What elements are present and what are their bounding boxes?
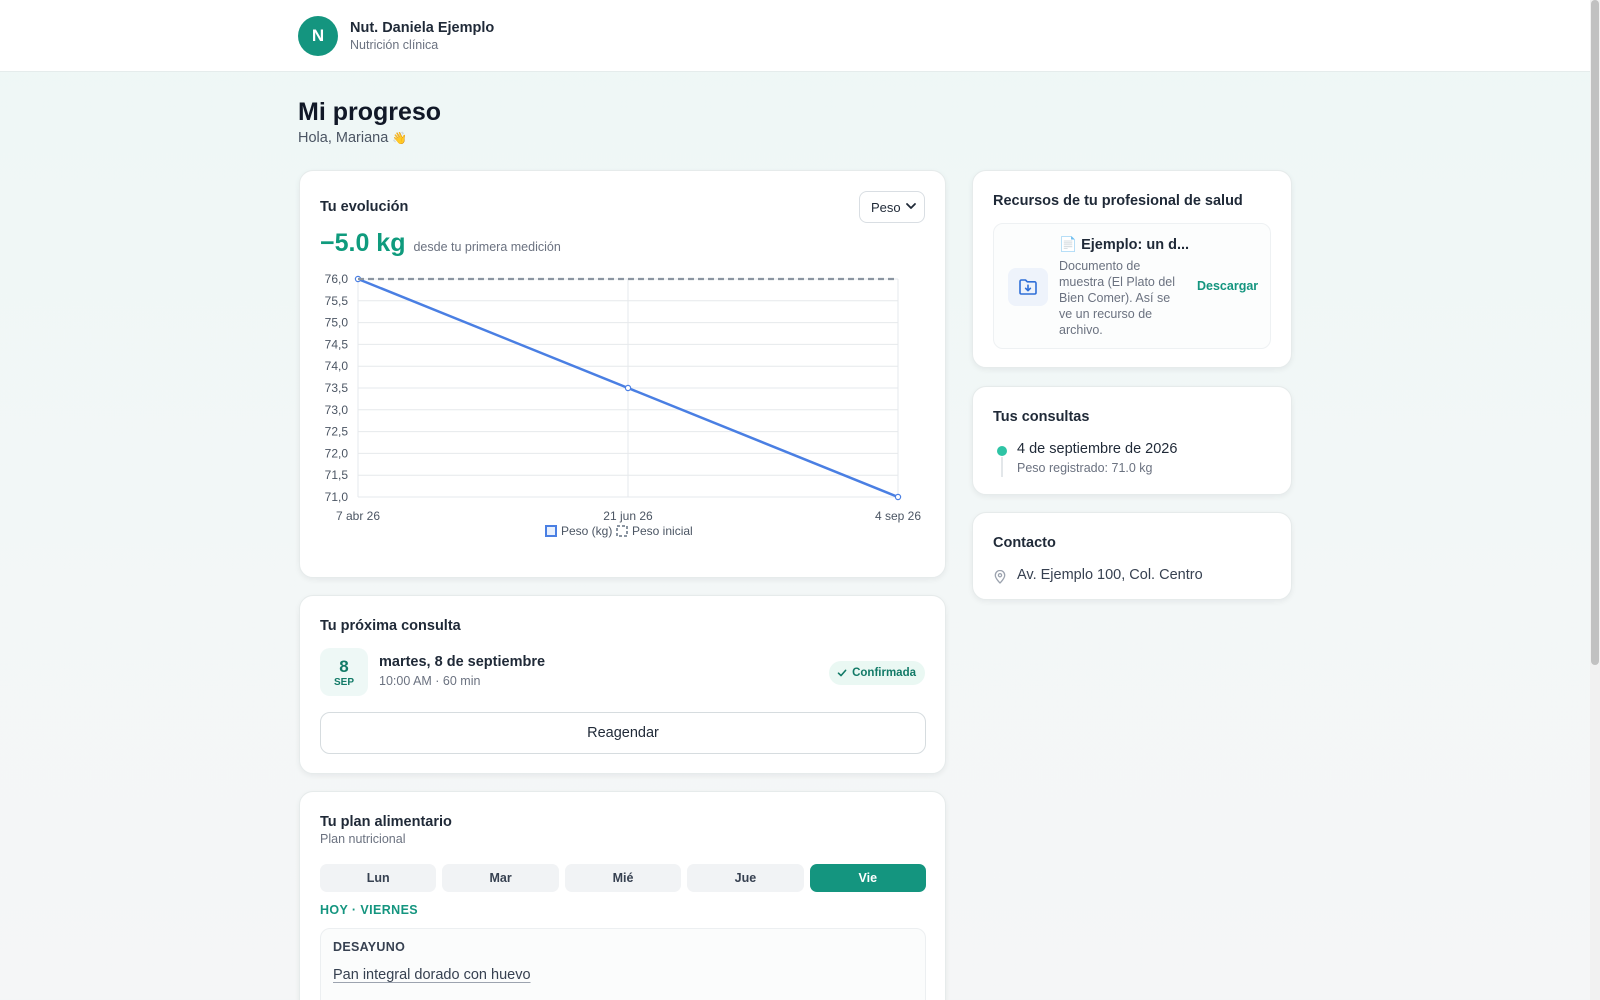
chart-y-tick-label: 75,0 (325, 316, 349, 330)
resource-title: 📄 Ejemplo: un d... (1059, 236, 1189, 253)
greeting-text: Hola, Mariana (298, 130, 389, 146)
chart-y-tick-label: 72,0 (325, 446, 349, 460)
professional-specialty: Nutrición clínica (350, 37, 439, 52)
status-label: Confirmada (852, 667, 916, 679)
resource-description: Documento de muestra (El Plato del Bien … (1059, 259, 1176, 337)
today-label: HOY · VIERNES (320, 903, 419, 917)
resources-card: Recursos de tu profesional de salud 📄 Ej… (972, 170, 1292, 368)
location-pin-icon (994, 570, 1006, 584)
chart-x-tick-label: 4 sep 26 (875, 509, 921, 523)
download-folder-icon (1008, 268, 1048, 306)
chart-y-tick-label: 74,5 (325, 337, 349, 351)
tab-day-lun[interactable]: Lun (320, 864, 437, 892)
timeline-line (1001, 457, 1003, 477)
top-header: N Nut. Daniela Ejemplo Nutrición clínica (0, 0, 1590, 72)
status-badge: Confirmada (829, 661, 925, 685)
tab-day-jue[interactable]: Jue (687, 864, 804, 892)
document-icon: 📄 (1059, 237, 1078, 253)
scrollbar-thumb[interactable] (1591, 0, 1599, 665)
resource-item: 📄 Ejemplo: un d... Documento de muestra … (993, 223, 1271, 349)
next-appointment-card: Tu próxima consulta 8 SEP martes, 8 de s… (299, 595, 946, 774)
chart-y-tick-label: 73,0 (325, 403, 349, 417)
tab-day-mie[interactable]: Mié (564, 864, 682, 892)
tab-day-vie[interactable]: Vie (809, 864, 927, 892)
weight-chart: 76,0 75,5 75,0 74,5 74,0 73,5 73,0 72,5 72,0 71,5… (325, 272, 922, 538)
meal-plan-subtitle: Plan nutricional (320, 832, 406, 846)
appointment-day: 8 (339, 657, 349, 676)
meal-plan-title: Tu plan alimentario (320, 814, 452, 830)
chart-y-tick-label: 76,0 (325, 272, 349, 286)
appointment-month: SEP (333, 677, 354, 688)
greeting: Hola, Mariana 👋 (298, 130, 407, 146)
chart-y-tick-label: 71,0 (325, 490, 349, 504)
chart-y-tick-label: 74,0 (325, 359, 349, 373)
chart-x-tick-label: 21 jun 26 (603, 509, 653, 523)
consultation-weight: Peso registrado: 71.0 kg (1017, 461, 1153, 475)
contact-address: Av. Ejemplo 100, Col. Centro (1017, 567, 1203, 583)
evolution-card: Tu evolución Peso −5.0 kg desde tu prime… (299, 170, 946, 578)
check-icon (837, 669, 847, 677)
appointment-date-box: 8 SEP (320, 648, 368, 696)
reschedule-button[interactable]: Reagendar (320, 712, 926, 754)
professional-brand: N Nut. Daniela Ejemplo Nutrición clínica (298, 16, 494, 56)
appointment-date: martes, 8 de septiembre (379, 654, 546, 670)
resources-title: Recursos de tu profesional de salud (993, 193, 1243, 209)
chart-y-tick-label: 71,5 (325, 468, 349, 482)
chart-y-tick-label: 72,5 (325, 425, 349, 439)
next-appointment-title: Tu próxima consulta (320, 618, 461, 634)
chart-y-tick-label: 75,5 (325, 294, 349, 308)
brand-text: Nut. Daniela Ejemplo Nutrición clínica (350, 19, 494, 54)
chart-point (894, 493, 902, 501)
avatar: N (298, 16, 338, 56)
meal-name: DESAYUNO (333, 940, 406, 954)
download-link[interactable]: Descargar (1197, 279, 1258, 293)
chart-legend-label: Peso (kg) (561, 524, 612, 538)
page-title: Mi progreso (298, 98, 442, 126)
timeline-dot (997, 446, 1007, 456)
consultations-title: Tus consultas (993, 409, 1090, 425)
chart-point (624, 384, 632, 392)
appointment-time: 10:00 AM · 60 min (379, 674, 481, 688)
chart-legend-swatch (545, 525, 557, 537)
chart-legend-swatch (616, 525, 628, 537)
consultations-card: Tus consultas 4 de septiembre de 2026 Pe… (972, 386, 1292, 495)
consultation-date: 4 de septiembre de 2026 (1017, 441, 1178, 457)
contact-card: Contacto Av. Ejemplo 100, Col. Centro (972, 512, 1292, 600)
meal-block: DESAYUNO Pan integral dorado con huevo (320, 928, 926, 1000)
chart-y-tick-label: 73,5 (325, 381, 349, 395)
chart-x-tick-label: 7 abr 26 (336, 509, 380, 523)
wave-icon: 👋 (392, 131, 408, 145)
tab-day-mar[interactable]: Mar (442, 864, 559, 892)
chart-legend-label: Peso inicial (632, 524, 693, 538)
professional-name: Nut. Daniela Ejemplo (350, 19, 495, 36)
meal-plan-card: Tu plan alimentario Plan nutricional Lun… (299, 791, 946, 1000)
contact-title: Contacto (993, 535, 1056, 551)
meal-item-link[interactable]: Pan integral dorado con huevo (333, 967, 531, 983)
resource-title-text: Ejemplo: un d... (1081, 237, 1190, 253)
day-tabs: Lun Mar Mié Jue Vie (320, 864, 927, 892)
page-scrollbar[interactable] (1590, 0, 1600, 1000)
